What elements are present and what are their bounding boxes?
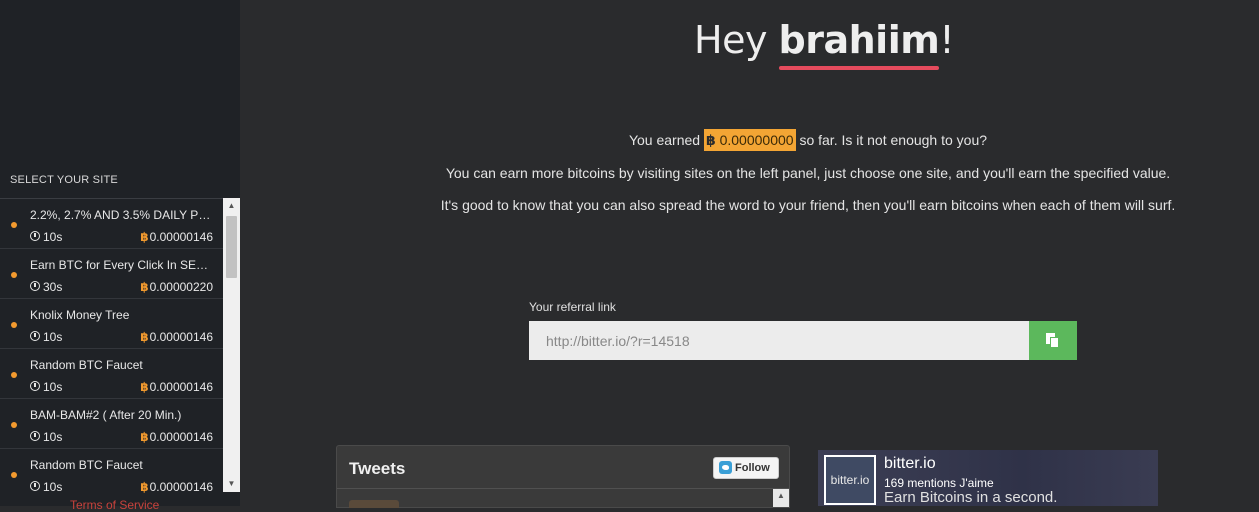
site-reward-value: 0.00000146 <box>149 330 213 344</box>
greeting-username: brahiim <box>778 18 940 62</box>
tweets-widget: Tweets Follow ▲ <box>336 445 790 508</box>
referral-label: Your referral link <box>529 300 616 314</box>
fb-tagline: Earn Bitcoins in a second. <box>884 489 1058 506</box>
site-reward: ฿0.00000146 <box>140 230 213 244</box>
site-time-value: 10s <box>43 230 63 244</box>
sidebar: SELECT YOUR SITE 2.2%, 2.7% AND 3.5% DAI… <box>0 0 240 512</box>
site-name: Random BTC Faucet <box>30 358 143 372</box>
terms-link[interactable]: Terms of Service <box>70 498 159 512</box>
site-reward: ฿0.00000146 <box>140 330 213 344</box>
greeting-exclaim: ! <box>939 18 955 62</box>
fb-cover-nav: ​ <box>1032 455 1044 460</box>
site-reward-value: 0.00000220 <box>149 280 213 294</box>
site-reward-value: 0.00000146 <box>149 380 213 394</box>
tweet-avatar[interactable] <box>349 500 399 508</box>
greeting-hey: Hey <box>694 18 779 62</box>
bitcoin-icon: ฿ <box>140 480 149 493</box>
site-list-item[interactable]: BAM-BAM#2 ( After 20 Min.) 10s ฿0.00000146 <box>0 399 223 449</box>
twitter-bird-icon <box>719 461 732 474</box>
site-list-item[interactable]: Random BTC Faucet 10s ฿0.00000146 <box>0 449 223 493</box>
site-time: 10s <box>30 230 62 244</box>
earned-text: You earned ฿ 0.00000000 so far. Is it no… <box>0 129 1259 151</box>
site-reward-value: 0.00000146 <box>149 430 213 444</box>
site-time: 10s <box>30 430 62 444</box>
clock-icon <box>30 431 40 441</box>
site-name: Random BTC Faucet <box>30 458 143 472</box>
earned-amount: 0.00000000 <box>715 132 794 148</box>
site-time: 10s <box>30 380 62 394</box>
status-dot-icon <box>11 472 17 478</box>
site-list-scrollbar[interactable]: ▲ ▼ <box>223 198 240 492</box>
follow-label: Follow <box>735 462 770 474</box>
bitcoin-icon: ฿ <box>140 430 149 444</box>
bitcoin-icon: ฿ <box>140 230 149 244</box>
twitter-follow-button[interactable]: Follow <box>713 457 779 479</box>
earned-suffix: so far. Is it not enough to you? <box>795 132 988 148</box>
clock-icon <box>30 381 40 391</box>
tweets-title: Tweets <box>349 459 406 478</box>
info-line-2: It's good to know that you can also spre… <box>440 197 1176 213</box>
copy-icon <box>1046 333 1059 348</box>
site-reward: ฿0.00000146 <box>140 380 213 394</box>
status-dot-icon <box>11 372 17 378</box>
status-dot-icon <box>11 322 17 328</box>
clock-icon <box>30 281 40 291</box>
earned-prefix: You earned <box>628 132 704 148</box>
status-dot-icon <box>11 272 17 278</box>
site-reward: ฿0.00000220 <box>140 280 213 294</box>
fb-page-logo[interactable]: bitter.io <box>824 455 876 505</box>
site-time-value: 10s <box>43 380 63 394</box>
clock-icon <box>30 481 40 491</box>
site-name: BAM-BAM#2 ( After 20 Min.) <box>30 408 182 422</box>
site-time: 10s <box>30 330 62 344</box>
info-line-1: You can earn more bitcoins by visiting s… <box>445 165 1171 181</box>
facebook-page-widget[interactable]: ​ bitter.io bitter.io 169 mentions J'aim… <box>818 450 1158 506</box>
site-reward: ฿0.00000146 <box>140 430 213 444</box>
site-list-item[interactable]: Earn BTC for Every Click In SECO... 30s ฿0… <box>0 249 223 299</box>
site-reward-value: 0.00000146 <box>149 230 213 244</box>
copy-button[interactable] <box>1029 321 1077 360</box>
site-name: Earn BTC for Every Click In SECO... <box>30 258 216 272</box>
site-name: Knolix Money Tree <box>30 308 130 322</box>
site-time-value: 30s <box>43 280 63 294</box>
site-list-item[interactable]: Random BTC Faucet 10s ฿0.00000146 <box>0 349 223 399</box>
bitcoin-icon: ฿ <box>140 380 149 394</box>
bitcoin-icon: ฿ <box>140 280 149 294</box>
clock-icon <box>30 331 40 341</box>
fb-page-name[interactable]: bitter.io <box>884 455 936 473</box>
referral-link-input[interactable] <box>529 321 1029 360</box>
fb-likes-count: 169 mentions J'aime <box>884 476 994 490</box>
site-reward: ฿0.00000146 <box>140 480 213 493</box>
site-time-value: 10s <box>43 480 63 493</box>
bitcoin-icon: ฿ <box>705 132 716 148</box>
scroll-thumb[interactable] <box>226 216 237 278</box>
site-reward-value: 0.00000146 <box>149 480 213 493</box>
site-time-value: 10s <box>43 430 63 444</box>
site-time-value: 10s <box>43 330 63 344</box>
page-title: Hey brahiim! <box>694 18 955 62</box>
bitcoin-icon: ฿ <box>140 330 149 344</box>
earned-amount-badge: ฿ 0.00000000 <box>703 129 796 151</box>
clock-icon <box>30 231 40 241</box>
status-dot-icon <box>11 222 17 228</box>
tweets-divider <box>337 488 789 489</box>
status-dot-icon <box>11 422 17 428</box>
tweets-scroll-up-icon[interactable]: ▲ <box>773 489 789 507</box>
site-list-item[interactable]: Knolix Money Tree 10s ฿0.00000146 <box>0 299 223 349</box>
site-list: 2.2%, 2.7% AND 3.5% DAILY PR... 10s ฿0.000… <box>0 198 240 493</box>
scroll-down-arrow-icon[interactable]: ▼ <box>223 476 240 492</box>
site-time: 10s <box>30 480 62 493</box>
site-time: 30s <box>30 280 62 294</box>
